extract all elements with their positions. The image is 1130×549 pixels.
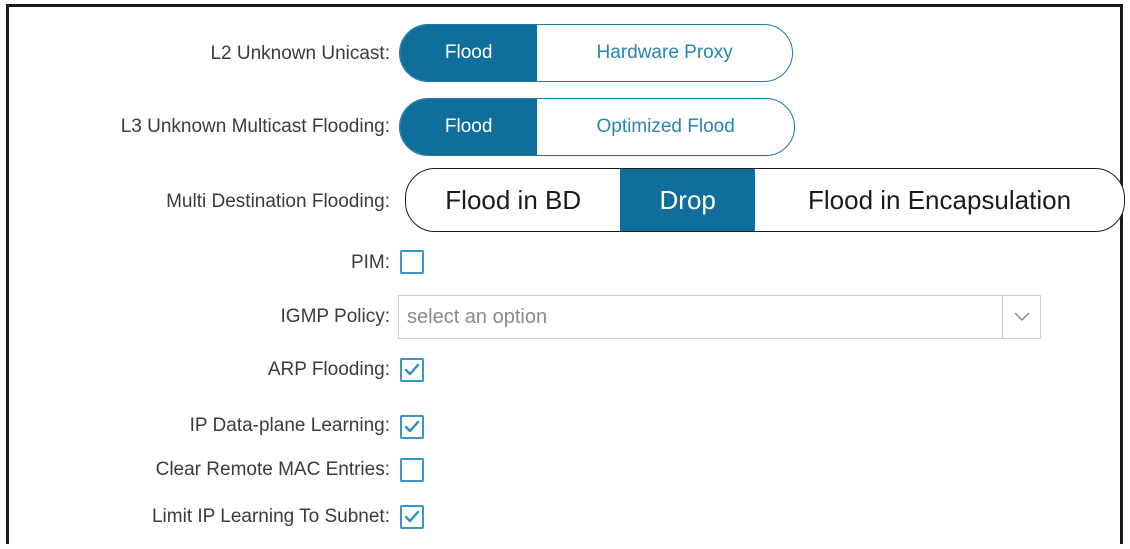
- limit-ip-learning-checkbox[interactable]: [400, 505, 424, 529]
- l3-option-flood[interactable]: Flood: [400, 99, 538, 155]
- multi-destination-label: Multi Destination Flooding:: [166, 191, 390, 212]
- checkmark-icon: [404, 510, 420, 523]
- l2-unknown-unicast-label: L2 Unknown Unicast:: [210, 43, 390, 64]
- l2-unknown-unicast-toggle: Flood Hardware Proxy: [399, 24, 793, 82]
- l3-unknown-multicast-label: L3 Unknown Multicast Flooding:: [120, 116, 390, 137]
- limit-ip-learning-label: Limit IP Learning To Subnet:: [151, 506, 390, 527]
- igmp-policy-label: IGMP Policy:: [280, 306, 390, 327]
- ip-dataplane-learning-checkbox[interactable]: [400, 415, 424, 439]
- l2-option-flood[interactable]: Flood: [400, 25, 538, 81]
- l2-unknown-unicast-row: L2 Unknown Unicast: Flood Hardware Proxy: [0, 24, 1130, 82]
- arp-flooding-label: ARP Flooding:: [267, 359, 390, 380]
- checkmark-icon: [404, 420, 420, 433]
- igmp-policy-placeholder: select an option: [407, 306, 548, 328]
- checkmark-icon: [404, 363, 420, 376]
- multi-option-drop[interactable]: Drop: [620, 169, 756, 231]
- l3-option-optimized-flood[interactable]: Optimized Flood: [537, 99, 794, 155]
- l3-unknown-multicast-toggle: Flood Optimized Flood: [399, 98, 795, 156]
- ip-dataplane-learning-row: IP Data-plane Learning:: [0, 406, 1130, 446]
- multi-destination-row: Multi Destination Flooding: Flood in BD …: [0, 168, 1130, 232]
- pim-row: PIM:: [0, 243, 1130, 283]
- multi-destination-toggle: Flood in BD Drop Flood in Encapsulation: [405, 168, 1125, 232]
- pim-checkbox[interactable]: [400, 250, 424, 274]
- clear-remote-mac-checkbox[interactable]: [400, 458, 424, 482]
- arp-flooding-row: ARP Flooding:: [0, 350, 1130, 390]
- limit-ip-learning-row: Limit IP Learning To Subnet:: [0, 497, 1130, 537]
- pim-label: PIM:: [350, 252, 390, 273]
- multi-option-flood-in-bd[interactable]: Flood in BD: [406, 169, 620, 231]
- arp-flooding-checkbox[interactable]: [400, 358, 424, 382]
- chevron-down-icon[interactable]: [1002, 296, 1040, 338]
- l3-unknown-multicast-row: L3 Unknown Multicast Flooding: Flood Opt…: [0, 98, 1130, 156]
- igmp-policy-select[interactable]: select an option: [398, 295, 1041, 339]
- clear-remote-mac-row: Clear Remote MAC Entries:: [0, 450, 1130, 490]
- l2-option-hardware-proxy[interactable]: Hardware Proxy: [537, 25, 792, 81]
- clear-remote-mac-label: Clear Remote MAC Entries:: [155, 459, 390, 480]
- multi-option-flood-in-encapsulation[interactable]: Flood in Encapsulation: [755, 169, 1124, 231]
- ip-dataplane-learning-label: IP Data-plane Learning:: [189, 415, 390, 436]
